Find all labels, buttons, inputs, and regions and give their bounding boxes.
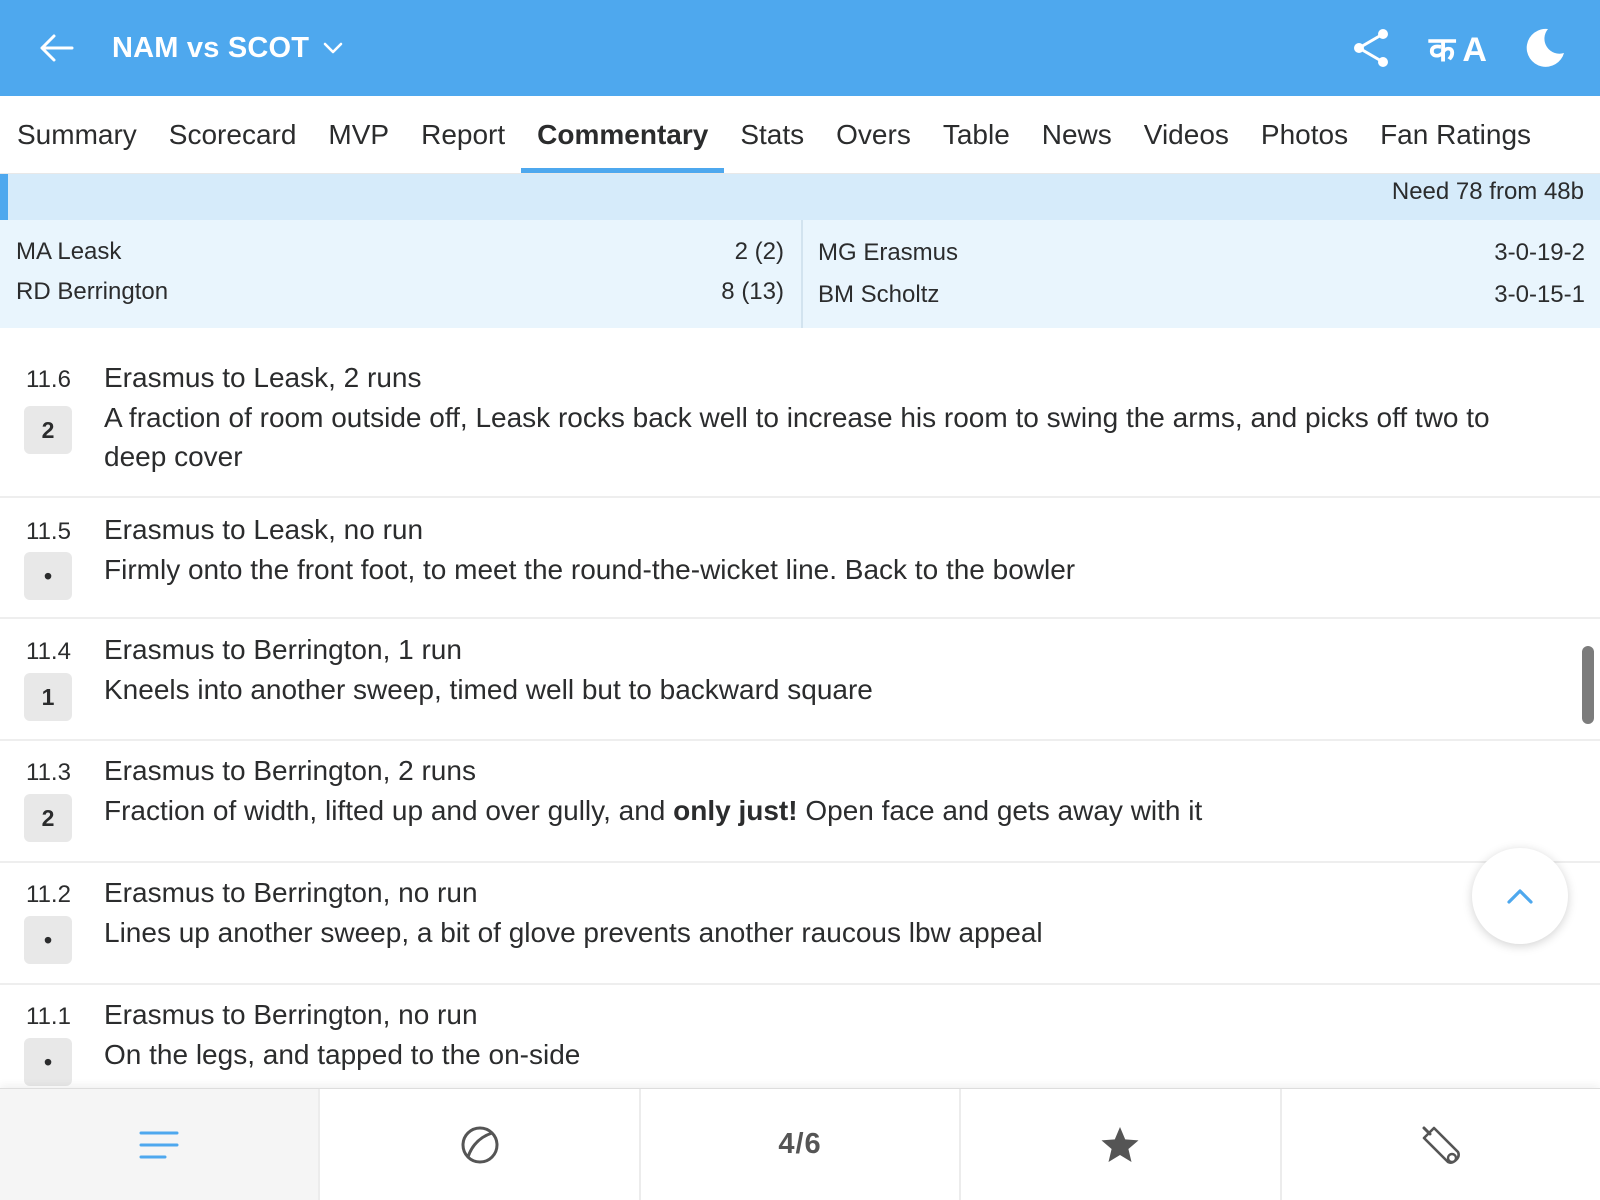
commentary-headline: Erasmus to Leask, no run bbox=[104, 514, 424, 545]
over-number: 11.2 bbox=[26, 881, 71, 908]
commentary-text-part: Open face and gets away with it bbox=[797, 795, 1203, 826]
tab-videos[interactable]: Videos bbox=[1128, 96, 1245, 173]
batter-name: MA Leask bbox=[16, 238, 122, 265]
over-number: 11.3 bbox=[26, 759, 71, 786]
nav-page-indicator[interactable]: 4/6 bbox=[641, 1089, 962, 1200]
language-button[interactable]: क A bbox=[1428, 25, 1487, 71]
commentary-text: Fraction of width, lifted up and over gu… bbox=[104, 791, 1550, 830]
tab-photos[interactable]: Photos bbox=[1245, 96, 1364, 173]
tab-scorecard[interactable]: Scorecard bbox=[153, 96, 313, 173]
commentary-text: Kneels into another sweep, timed well bu… bbox=[104, 674, 873, 705]
back-arrow-icon bbox=[40, 34, 74, 62]
chevron-down-icon bbox=[323, 42, 343, 54]
bowler-name: MG Erasmus bbox=[818, 239, 959, 266]
scroll-to-top-button[interactable] bbox=[1472, 848, 1568, 944]
tab-report[interactable]: Report bbox=[405, 96, 521, 173]
commentary-item: 11.6 2 Erasmus to Leask, 2 runs A fracti… bbox=[0, 328, 1600, 498]
batter-score: 8 (13) bbox=[721, 278, 784, 305]
commentary-list[interactable]: 11.6 2 Erasmus to Leask, 2 runs A fracti… bbox=[0, 328, 1600, 1090]
bowler-figures: 3-0-19-2 bbox=[1494, 239, 1585, 266]
over-number: 11.5 bbox=[26, 518, 71, 545]
tab-news[interactable]: News bbox=[1026, 96, 1128, 173]
tab-stats[interactable]: Stats bbox=[724, 96, 820, 173]
nav-commentary-list[interactable] bbox=[0, 1089, 321, 1200]
commentary-item: 11.4 1 Erasmus to Berrington, 1 run Knee… bbox=[0, 619, 1600, 741]
commentary-text: A fraction of room outside off, Leask ro… bbox=[104, 402, 1490, 472]
star-icon bbox=[1101, 1126, 1139, 1162]
bowler-row[interactable]: BM Scholtz 3-0-15-1 bbox=[818, 274, 1585, 316]
batter-score: 2 (2) bbox=[734, 238, 784, 265]
ball-result-badge: • bbox=[24, 1038, 72, 1086]
players-divider bbox=[801, 220, 803, 328]
match-title: NAM vs SCOT bbox=[112, 31, 310, 64]
commentary-item: 11.2 • Erasmus to Berrington, no run Lin… bbox=[0, 863, 1600, 985]
bat-icon bbox=[1422, 1126, 1460, 1164]
commentary-text: On the legs, and tapped to the on-side bbox=[104, 1039, 581, 1070]
runs-needed-text: Need 78 from 48b bbox=[1391, 178, 1584, 205]
ball-result-badge: • bbox=[24, 552, 72, 600]
bottom-navigation: 4/6 bbox=[0, 1088, 1600, 1200]
nav-ball-by-ball[interactable] bbox=[320, 1089, 641, 1200]
bowler-row[interactable]: MG Erasmus 3-0-19-2 bbox=[818, 232, 1585, 274]
ball-icon bbox=[461, 1126, 499, 1163]
bowlers-list: MG Erasmus 3-0-19-2 BM Scholtz 3-0-15-1 bbox=[818, 232, 1585, 316]
tab-commentary[interactable]: Commentary bbox=[521, 96, 725, 173]
commentary-headline: Erasmus to Berrington, no run bbox=[104, 999, 478, 1030]
chevron-up-icon bbox=[1507, 889, 1533, 904]
commentary-headline: Erasmus to Berrington, no run bbox=[104, 877, 478, 908]
app-bar-actions: क A bbox=[1351, 22, 1566, 74]
back-button[interactable] bbox=[30, 22, 82, 74]
share-button[interactable] bbox=[1351, 27, 1391, 69]
ball-result-badge: 1 bbox=[24, 673, 72, 721]
current-players-panel: MA Leask 2 (2) RD Berrington 8 (13) MG E… bbox=[0, 220, 1600, 328]
bowler-name: BM Scholtz bbox=[818, 281, 940, 308]
ball-result-badge: • bbox=[24, 916, 72, 964]
share-icon bbox=[1353, 29, 1388, 67]
app-bar: NAM vs SCOT क A bbox=[0, 0, 1600, 96]
ball-result-badge: 2 bbox=[24, 794, 72, 842]
tab-summary[interactable]: Summary bbox=[0, 96, 153, 173]
language-icon: क A bbox=[1428, 31, 1487, 69]
commentary-text-part: Fraction of width, lifted up and over gu… bbox=[104, 795, 674, 826]
commentary-headline: Erasmus to Leask, 2 runs bbox=[104, 362, 422, 393]
bowler-figures: 3-0-15-1 bbox=[1494, 281, 1585, 308]
commentary-headline: Erasmus to Berrington, 2 runs bbox=[104, 755, 476, 786]
tab-bar: Summary Scorecard MVP Report Commentary … bbox=[0, 96, 1600, 174]
dark-mode-button[interactable] bbox=[1524, 27, 1566, 69]
tab-table[interactable]: Table bbox=[927, 96, 1026, 173]
nav-batting[interactable] bbox=[1282, 1089, 1600, 1200]
banner-accent bbox=[0, 174, 8, 220]
moon-icon bbox=[1526, 28, 1564, 67]
page-indicator: 4/6 bbox=[778, 1128, 822, 1160]
batter-row[interactable]: MA Leask 2 (2) bbox=[16, 232, 784, 272]
batters-list: MA Leask 2 (2) RD Berrington 8 (13) bbox=[16, 232, 784, 312]
tab-mvp[interactable]: MVP bbox=[312, 96, 405, 173]
batter-name: RD Berrington bbox=[16, 278, 169, 305]
over-number: 11.1 bbox=[26, 1003, 71, 1030]
over-number: 11.6 bbox=[26, 366, 71, 393]
nav-highlights[interactable] bbox=[961, 1089, 1282, 1200]
commentary-item: 11.5 • Erasmus to Leask, no run Firmly o… bbox=[0, 498, 1600, 619]
batter-row[interactable]: RD Berrington 8 (13) bbox=[16, 272, 784, 312]
commentary-emphasis: only just! bbox=[673, 795, 798, 826]
match-selector[interactable]: NAM vs SCOT bbox=[112, 28, 343, 68]
over-number: 11.4 bbox=[26, 638, 71, 665]
tab-fan-ratings[interactable]: Fan Ratings bbox=[1364, 96, 1547, 173]
commentary-item: 11.1 • Erasmus to Berrington, no run On … bbox=[0, 985, 1600, 1090]
scrollbar-thumb[interactable] bbox=[1582, 646, 1594, 724]
commentary-headline: Erasmus to Berrington, 1 run bbox=[104, 634, 462, 665]
ball-result-badge: 2 bbox=[24, 406, 72, 454]
commentary-text: Firmly onto the front foot, to meet the … bbox=[104, 554, 1076, 585]
tab-overs[interactable]: Overs bbox=[820, 96, 927, 173]
target-banner: Need 78 from 48b bbox=[0, 174, 1600, 220]
menu-icon bbox=[139, 1131, 179, 1158]
commentary-item: 11.3 2 Erasmus to Berrington, 2 runs Fra… bbox=[0, 741, 1600, 863]
commentary-text: Lines up another sweep, a bit of glove p… bbox=[104, 917, 1043, 948]
